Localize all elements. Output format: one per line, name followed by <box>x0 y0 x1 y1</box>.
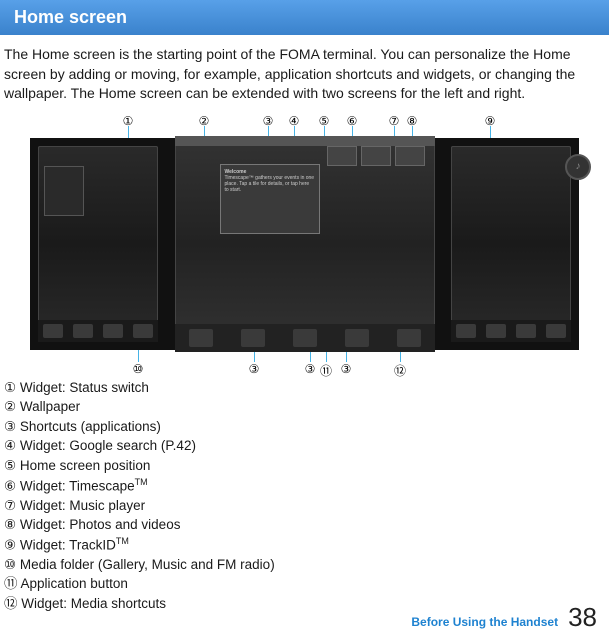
status-bar <box>175 136 435 146</box>
trademark-symbol: TM <box>135 477 148 487</box>
widget-row <box>327 146 427 166</box>
dock-center <box>175 324 435 352</box>
page-number: 38 <box>568 602 597 633</box>
trademark-symbol: TM <box>116 536 129 546</box>
legend-item: ② Wallpaper <box>4 397 605 417</box>
legend-item: ⑦ Widget: Music player <box>4 496 605 516</box>
callout-number: ⑫ <box>394 362 406 379</box>
dock-left <box>38 320 158 342</box>
footer-breadcrumb: Before Using the Handset <box>411 615 558 629</box>
dock-shortcut-icon <box>456 324 476 338</box>
legend-item: ⑩ Media folder (Gallery, Music and FM ra… <box>4 555 605 575</box>
callout-number: ⑩ <box>133 362 144 376</box>
legend-item: ⑧ Widget: Photos and videos <box>4 515 605 535</box>
dock-shortcut-icon <box>345 329 369 347</box>
homescreen-panel-center: Welcome Timescape™ gathers your events i… <box>175 136 435 352</box>
callout-number: ③ <box>249 362 260 376</box>
screenshot-stage: Welcome Timescape™ gathers your events i… <box>30 138 579 350</box>
trackid-widget-icon: ♪ <box>565 154 591 180</box>
legend-item: ④ Widget: Google search (P.42) <box>4 436 605 456</box>
legend-item: ⑤ Home screen position <box>4 456 605 476</box>
dock-shortcut-icon <box>516 324 536 338</box>
diagram-area: ①②③④⑤⑥⑦⑧⑨ ⑩③③⑪③⑫ Welcome Tim <box>0 114 609 374</box>
legend-item: ① Widget: Status switch <box>4 378 605 398</box>
callout-number: ⑪ <box>320 362 332 379</box>
photos-widget <box>361 146 391 166</box>
application-button-icon <box>293 329 317 347</box>
dock-right <box>451 320 571 342</box>
dock-shortcut-icon <box>546 324 566 338</box>
page-footer: Before Using the Handset 38 <box>411 602 597 633</box>
dock-shortcut-icon <box>133 324 153 338</box>
timescape-dialog: Welcome Timescape™ gathers your events i… <box>220 164 320 234</box>
dialog-body: Timescape™ gathers your events in one pl… <box>225 175 315 193</box>
media-folder-widget <box>44 166 84 216</box>
misc-widget <box>395 146 425 166</box>
homescreen-panel-right: ♪ <box>451 146 571 342</box>
homescreen-panel-left <box>38 146 158 342</box>
section-title-text: Home screen <box>14 7 127 27</box>
section-header: Home screen <box>0 0 609 35</box>
dock-shortcut-icon <box>189 329 213 347</box>
legend-item: ⑨ Widget: TrackIDTM <box>4 535 605 555</box>
callout-number: ③ <box>305 362 316 376</box>
intro-paragraph: The Home screen is the starting point of… <box>0 45 609 104</box>
callout-number: ③ <box>341 362 352 376</box>
dock-shortcut-icon <box>73 324 93 338</box>
legend-list: ① Widget: Status switch② Wallpaper③ Shor… <box>0 374 609 618</box>
legend-item: ⑪ Application button <box>4 574 605 594</box>
legend-item: ⑥ Widget: TimescapeTM <box>4 476 605 496</box>
dock-shortcut-icon <box>43 324 63 338</box>
dock-shortcut-icon <box>103 324 123 338</box>
legend-item: ③ Shortcuts (applications) <box>4 417 605 437</box>
dock-shortcut-icon <box>486 324 506 338</box>
media-shortcuts-widget <box>397 329 421 347</box>
dock-shortcut-icon <box>241 329 265 347</box>
music-player-widget <box>327 146 357 166</box>
